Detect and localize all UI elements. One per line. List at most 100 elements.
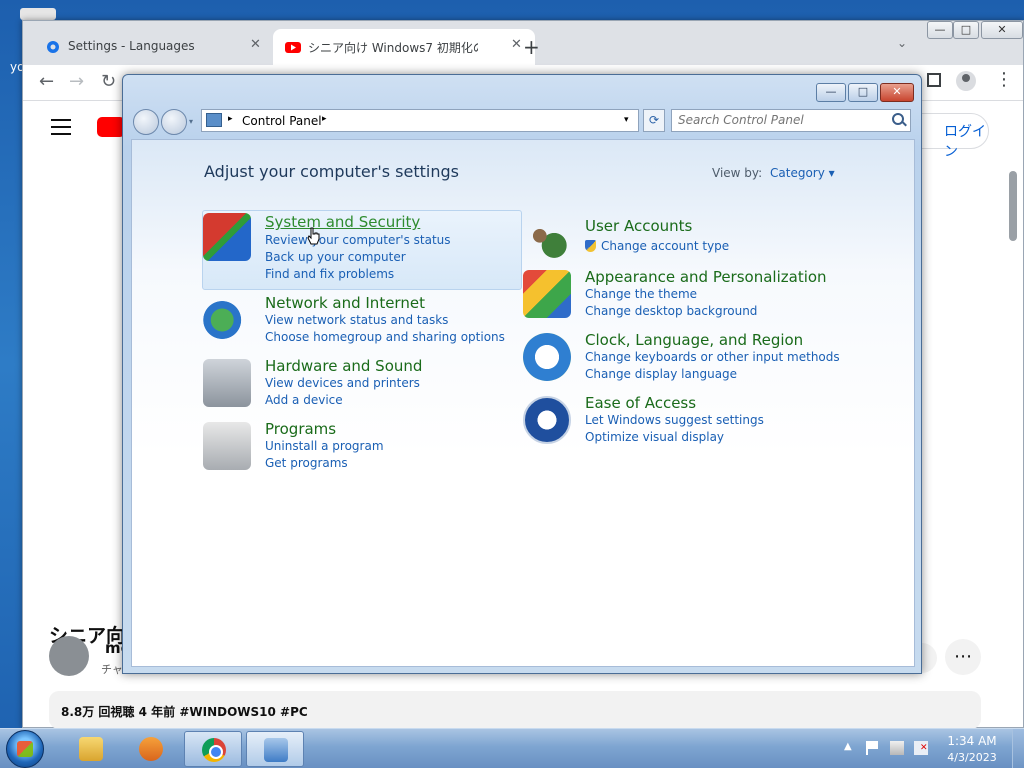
taskbar-explorer[interactable] <box>62 731 120 767</box>
gear-icon <box>47 41 59 53</box>
category-user-accounts[interactable]: User Accounts Change account type <box>523 217 843 267</box>
category-clock-language-and-region[interactable]: Clock, Language, and Region Change keybo… <box>523 331 843 391</box>
youtube-logo-icon[interactable] <box>97 117 125 137</box>
category-link[interactable]: Uninstall a program <box>265 439 384 453</box>
shield-icon[interactable] <box>203 213 251 261</box>
category-link[interactable]: Review your computer's status <box>265 233 451 247</box>
printer-icon[interactable] <box>203 359 251 407</box>
category-system-and-security[interactable]: System and Security Review your computer… <box>202 210 522 290</box>
recent-pages-dropdown[interactable]: ▾ <box>189 117 193 126</box>
search-input[interactable] <box>678 113 878 127</box>
category-programs[interactable]: Programs Uninstall a program Get program… <box>203 420 523 480</box>
network-icon[interactable] <box>203 296 251 344</box>
category-link[interactable]: Back up your computer <box>265 250 406 264</box>
category-ease-of-access[interactable]: Ease of Access Let Windows suggest setti… <box>523 394 843 454</box>
category-network-and-internet[interactable]: Network and Internet View network status… <box>203 294 523 354</box>
reload-button[interactable]: ↻ <box>101 71 116 92</box>
channel-avatar[interactable] <box>49 636 89 676</box>
close-button[interactable]: ✕ <box>981 21 1023 39</box>
maximize-button[interactable]: □ <box>953 21 979 39</box>
forward-button[interactable]: → <box>69 71 84 92</box>
tab-search-button[interactable]: ⌄ <box>897 36 907 50</box>
category-link[interactable]: Change display language <box>585 367 737 381</box>
desktop-icon[interactable] <box>20 8 56 20</box>
refresh-button[interactable]: ⟳ <box>643 109 665 132</box>
search-box[interactable] <box>671 109 911 132</box>
back-button[interactable]: ← <box>39 71 54 92</box>
show-hidden-icons-button[interactable]: ▲ <box>844 741 852 752</box>
category-title[interactable]: User Accounts <box>585 217 692 235</box>
appearance-icon[interactable] <box>523 270 571 318</box>
control-panel-content: Adjust your computer's settings View by:… <box>131 139 915 667</box>
category-link[interactable]: Let Windows suggest settings <box>585 413 764 427</box>
category-title[interactable]: Network and Internet <box>265 294 425 312</box>
category-link[interactable]: View devices and printers <box>265 376 420 390</box>
side-panel-icon[interactable] <box>927 73 941 87</box>
ease-of-access-icon[interactable] <box>523 396 571 444</box>
action-center-flag-icon[interactable] <box>866 741 880 755</box>
chrome-menu-button[interactable]: ⋮ <box>995 69 1013 90</box>
profile-avatar-icon[interactable] <box>956 71 976 91</box>
category-link[interactable]: Choose homegroup and sharing options <box>265 330 505 344</box>
network-tray-icon[interactable] <box>890 741 904 755</box>
start-button[interactable] <box>6 730 44 768</box>
category-hardware-and-sound[interactable]: Hardware and Sound View devices and prin… <box>203 357 523 417</box>
breadcrumb-arrow-icon[interactable]: ▸ <box>228 114 233 124</box>
more-actions-button[interactable]: ⋯ <box>945 639 981 675</box>
tab-close-button[interactable]: ✕ <box>511 37 522 52</box>
minimize-button[interactable]: — <box>927 21 953 39</box>
category-title[interactable]: System and Security <box>265 213 420 231</box>
new-tab-button[interactable]: + <box>523 35 540 59</box>
tab-close-button[interactable]: ✕ <box>250 37 261 52</box>
chrome-tab-bar: Settings - Languages ✕ シニア向け Windows7 初期… <box>23 21 1023 65</box>
category-title[interactable]: Clock, Language, and Region <box>585 331 803 349</box>
folder-icon <box>79 737 103 761</box>
forward-button[interactable] <box>161 109 187 135</box>
category-link[interactable]: Optimize visual display <box>585 430 724 444</box>
tab-title: シニア向け Windows7 初期化の手順 <box>308 41 478 55</box>
taskbar-control-panel[interactable] <box>246 731 304 767</box>
control-panel-window: — □ ✕ ▾ ▸ Control Panel ▸ ▾ ⟳ Adjust you… <box>122 74 922 674</box>
category-link[interactable]: Change desktop background <box>585 304 757 318</box>
show-desktop-button[interactable] <box>1012 729 1024 768</box>
minimize-button[interactable]: — <box>816 83 846 102</box>
volume-muted-icon[interactable] <box>914 741 928 755</box>
programs-icon[interactable] <box>203 422 251 470</box>
clock-date[interactable]: 4/3/2023 <box>944 751 1000 764</box>
category-link[interactable]: Find and fix problems <box>265 267 394 281</box>
taskbar-chrome[interactable] <box>184 731 242 767</box>
address-dropdown-icon[interactable]: ▾ <box>624 115 629 125</box>
category-title[interactable]: Programs <box>265 420 336 438</box>
category-link[interactable]: Change account type <box>585 239 729 253</box>
category-link[interactable]: Get programs <box>265 456 348 470</box>
category-link[interactable]: Change keyboards or other input methods <box>585 350 840 364</box>
scrollbar-thumb[interactable] <box>1009 171 1017 241</box>
category-link[interactable]: View network status and tasks <box>265 313 448 327</box>
taskbar-media-player[interactable] <box>122 731 180 767</box>
video-description[interactable]: 8.8万 回視聴 4 年前 #WINDOWS10 #PC <box>49 691 981 729</box>
clock-time[interactable]: 1:34 AM <box>944 734 1000 748</box>
category-title[interactable]: Appearance and Personalization <box>585 268 827 286</box>
category-link[interactable]: Change the theme <box>585 287 697 301</box>
back-button[interactable] <box>133 109 159 135</box>
category-appearance-and-personalization[interactable]: Appearance and Personalization Change th… <box>523 268 843 328</box>
view-stats: 8.8万 回視聴 4 年前 #WINDOWS10 #PC <box>61 705 308 719</box>
category-title[interactable]: Hardware and Sound <box>265 357 422 375</box>
view-by-dropdown[interactable]: Category ▾ <box>770 166 835 180</box>
category-link[interactable]: Add a device <box>265 393 343 407</box>
address-bar[interactable]: ▸ Control Panel ▸ ▾ <box>201 109 639 132</box>
search-icon[interactable] <box>892 113 904 125</box>
users-icon[interactable] <box>523 219 571 267</box>
category-title[interactable]: Ease of Access <box>585 394 696 412</box>
youtube-icon <box>285 42 301 53</box>
taskbar: ▲ 1:34 AM 4/3/2023 <box>0 728 1024 768</box>
tab-settings-languages[interactable]: Settings - Languages ✕ <box>23 29 273 65</box>
breadcrumb-arrow-icon[interactable]: ▸ <box>322 114 327 124</box>
clock-globe-icon[interactable] <box>523 333 571 381</box>
menu-icon[interactable] <box>51 119 71 140</box>
breadcrumb-control-panel[interactable]: Control Panel <box>242 114 322 128</box>
maximize-button[interactable]: □ <box>848 83 878 102</box>
tab-youtube-video[interactable]: シニア向け Windows7 初期化の手順 ✕ <box>273 29 535 65</box>
close-button[interactable]: ✕ <box>880 83 914 102</box>
page-title: Adjust your computer's settings <box>204 162 459 181</box>
